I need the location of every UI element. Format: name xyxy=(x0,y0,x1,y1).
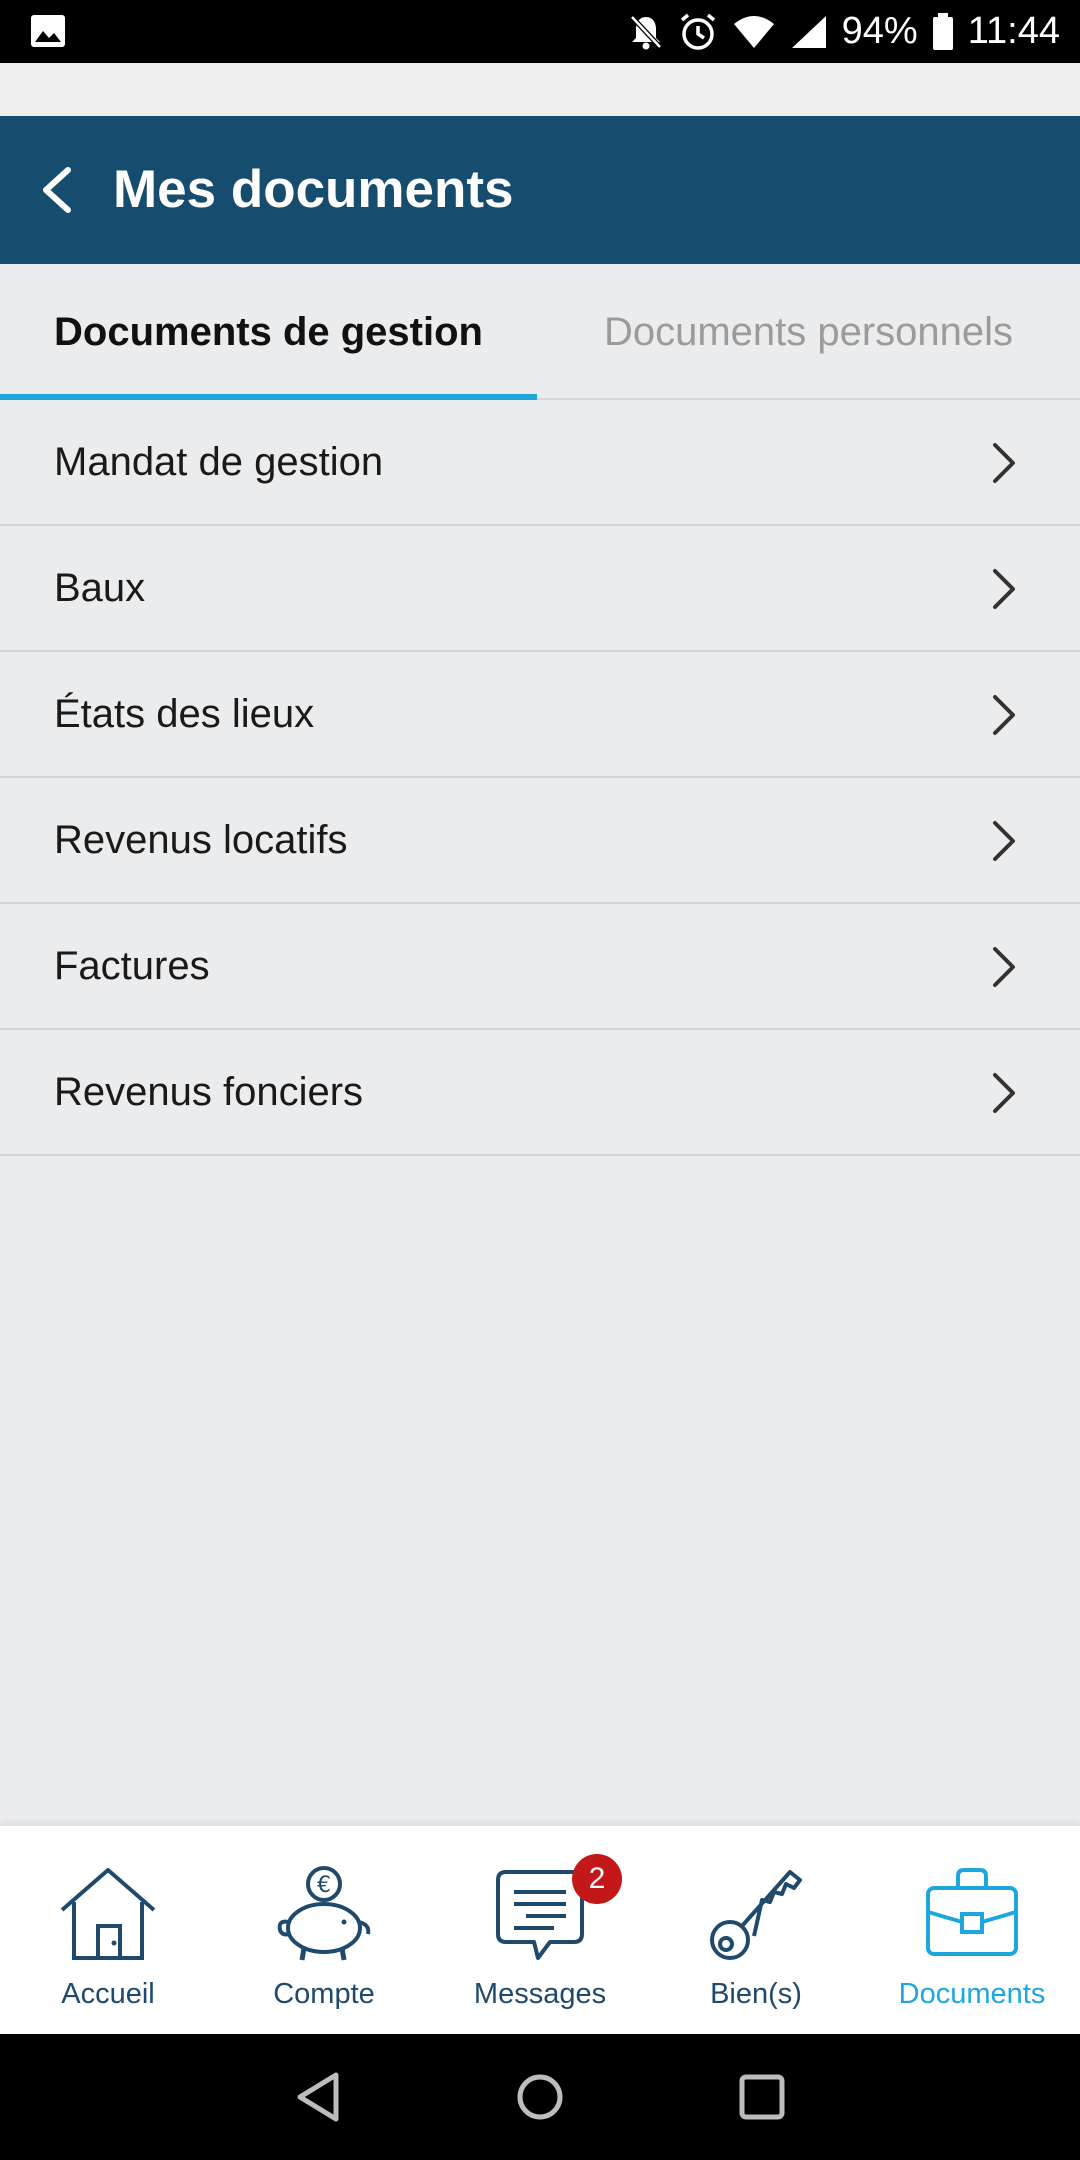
nav-item-compte[interactable]: € Compte xyxy=(216,1826,432,2034)
chevron-right-icon xyxy=(993,443,1015,483)
image-icon xyxy=(31,15,65,47)
alarm-icon xyxy=(680,13,715,50)
list-item-label: Revenus fonciers xyxy=(54,1070,364,1114)
list-item-mandat-de-gestion[interactable]: Mandat de gestion xyxy=(0,400,1080,526)
list-item-revenus-fonciers[interactable]: Revenus fonciers xyxy=(0,1030,1080,1156)
svg-text:€: € xyxy=(317,1873,331,1898)
signal-icon xyxy=(791,15,826,48)
documents-list: Mandat de gestion Baux États des lieux R… xyxy=(0,400,1080,1156)
chevron-right-icon xyxy=(993,695,1015,735)
tab-documents-personnels[interactable]: Documents personnels xyxy=(537,264,1080,400)
nav-item-biens[interactable]: Bien(s) xyxy=(648,1826,864,2034)
system-recents-icon[interactable] xyxy=(732,2067,792,2127)
list-item-label: Factures xyxy=(54,944,210,988)
briefcase-icon xyxy=(926,1868,1018,1956)
list-item-revenus-locatifs[interactable]: Revenus locatifs xyxy=(0,778,1080,904)
nav-label: Documents xyxy=(898,1978,1046,2010)
nav-label: Accueil xyxy=(61,1978,155,2010)
tab-documents-de-gestion[interactable]: Documents de gestion xyxy=(0,264,537,400)
nav-item-accueil[interactable]: Accueil xyxy=(0,1826,216,2034)
system-home-icon[interactable] xyxy=(510,2067,570,2127)
status-bar: 94% 11:44 xyxy=(0,0,1080,63)
system-navigation-bar xyxy=(0,2034,1080,2160)
list-item-baux[interactable]: Baux xyxy=(0,526,1080,652)
bottom-navigation: Accueil € Compte 2 Messages Bien(s) Docu… xyxy=(0,1824,1080,2034)
chevron-right-icon xyxy=(993,569,1015,609)
tab-bar: Documents de gestion Documents personnel… xyxy=(0,264,1080,400)
list-item-label: Baux xyxy=(54,566,146,610)
app-bar: Mes documents xyxy=(0,116,1080,264)
list-item-label: États des lieux xyxy=(54,692,315,736)
back-arrow-icon[interactable] xyxy=(30,156,86,224)
battery-percent: 94% xyxy=(841,10,918,52)
wifi-icon xyxy=(733,15,774,48)
house-icon xyxy=(60,1868,156,1960)
chevron-right-icon xyxy=(993,1073,1015,1113)
top-spacer xyxy=(0,63,1080,116)
list-item-label: Mandat de gestion xyxy=(54,440,384,484)
clock: 11:44 xyxy=(967,10,1060,52)
list-item-label: Revenus locatifs xyxy=(54,818,348,862)
bell-off-icon xyxy=(629,14,662,49)
nav-item-messages[interactable]: 2 Messages xyxy=(432,1826,648,2034)
battery-icon xyxy=(932,12,953,50)
nav-label: Compte xyxy=(273,1978,375,2010)
unread-badge: 2 xyxy=(572,1854,622,1904)
page-title: Mes documents xyxy=(113,160,514,219)
nav-label: Bien(s) xyxy=(710,1978,802,2010)
nav-item-documents[interactable]: Documents xyxy=(864,1826,1080,2034)
list-item-factures[interactable]: Factures xyxy=(0,904,1080,1030)
key-icon xyxy=(710,1870,802,1960)
system-back-icon[interactable] xyxy=(290,2067,350,2127)
list-item-etats-des-lieux[interactable]: États des lieux xyxy=(0,652,1080,778)
chevron-right-icon xyxy=(993,947,1015,987)
chevron-right-icon xyxy=(993,821,1015,861)
nav-label: Messages xyxy=(473,1978,607,2010)
piggy-bank-icon: € xyxy=(277,1866,371,1961)
